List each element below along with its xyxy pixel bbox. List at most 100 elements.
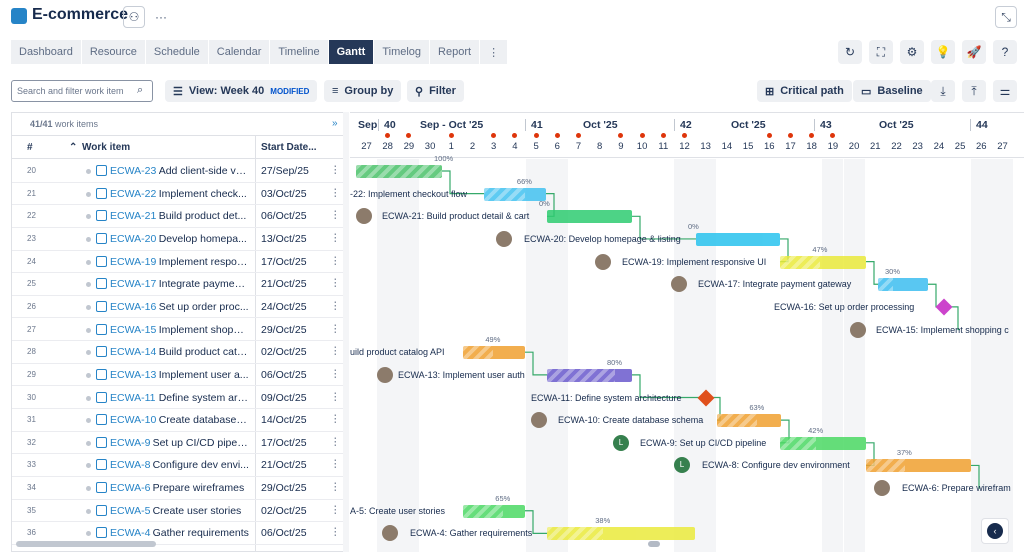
table-row[interactable]: 21 ECWA-22 Implement check... 03/Oct/25 ⋮	[12, 183, 346, 206]
row-more-icon[interactable]: ⋮	[330, 345, 341, 357]
start-date[interactable]: 02/Oct/25	[261, 346, 307, 358]
sort-icon[interactable]: ⌃	[69, 142, 77, 153]
task-bar[interactable]: 0%	[539, 199, 632, 224]
start-date[interactable]: 06/Oct/25	[261, 527, 307, 539]
table-row[interactable]: 33 ECWA-8 Configure dev envi... 21/Oct/25 ⋮	[12, 454, 346, 478]
row-more-icon[interactable]: ⋮	[330, 391, 341, 403]
row-more-icon[interactable]: ⋮	[330, 323, 341, 335]
work-item-name[interactable]: Create user stories	[153, 505, 249, 517]
settings-sliders-icon[interactable]: ⚌	[993, 80, 1017, 102]
group-by-button[interactable]: ≡ Group by	[324, 80, 402, 102]
table-row[interactable]: 28 ECWA-14 Build product cata... 02/Oct/25 ⋮	[12, 341, 346, 364]
row-more-icon[interactable]: ⋮	[330, 436, 341, 448]
work-item-key[interactable]: ECWA-23	[110, 165, 156, 177]
people-icon[interactable]: ⚇	[123, 6, 145, 28]
work-item-name[interactable]: Add client-side va...	[159, 165, 249, 177]
start-date[interactable]: 17/Oct/25	[261, 256, 307, 268]
download-icon[interactable]: ⤓	[931, 80, 955, 102]
collapse-icon[interactable]: ⤡	[995, 6, 1017, 28]
work-item-key[interactable]: ECWA-8	[110, 459, 150, 471]
work-item-name[interactable]: Prepare wireframes	[153, 482, 249, 494]
row-more-icon[interactable]: ⋮	[330, 277, 341, 289]
filter-button[interactable]: ⚲ Filter	[407, 80, 464, 102]
work-item-key[interactable]: ECWA-11	[110, 392, 156, 404]
row-more-icon[interactable]: ⋮	[330, 526, 341, 538]
table-row[interactable]: 24 ECWA-19 Implement respon... 17/Oct/25 ⋮	[12, 251, 346, 274]
table-row[interactable]: 22 ECWA-21 Build product det... 06/Oct/25 ⋮	[12, 205, 346, 228]
start-date[interactable]: 21/Oct/25	[261, 459, 307, 471]
start-date[interactable]: 27/Sep/25	[261, 165, 309, 177]
baseline-button[interactable]: ▭ Baseline	[853, 80, 931, 102]
task-bar[interactable]: 63%	[717, 403, 781, 428]
tab-report[interactable]: Report	[430, 40, 481, 64]
tab-gantt[interactable]: Gantt	[328, 40, 375, 64]
lightbulb-icon[interactable]: 💡	[931, 40, 955, 64]
start-date[interactable]: 29/Oct/25	[261, 324, 307, 336]
work-item-name[interactable]: Create database s...	[159, 414, 249, 426]
start-date[interactable]: 17/Oct/25	[261, 437, 307, 449]
work-item-name[interactable]: Configure dev envi...	[153, 459, 249, 471]
row-more-icon[interactable]: ⋮	[330, 164, 341, 176]
table-row[interactable]: 26 ECWA-16 Set up order proc... 24/Oct/25 ⋮	[12, 296, 346, 319]
work-item-name[interactable]: Implement respon...	[159, 256, 249, 268]
row-more-icon[interactable]: ⋮	[330, 481, 341, 493]
task-bar[interactable]: 37%	[866, 448, 971, 473]
row-more-icon[interactable]: ⋮	[330, 368, 341, 380]
work-item-name[interactable]: Build product cata...	[159, 346, 249, 358]
start-date[interactable]: 02/Oct/25	[261, 505, 307, 517]
more-icon[interactable]: ···	[150, 6, 172, 28]
tabs-more-icon[interactable]: ⋮	[480, 40, 509, 64]
work-item-name[interactable]: Build product det...	[159, 210, 249, 222]
work-item-key[interactable]: ECWA-13	[110, 369, 156, 381]
work-item-key[interactable]: ECWA-22	[110, 188, 156, 200]
work-item-name[interactable]: Integrate payment...	[159, 278, 249, 290]
work-item-key[interactable]: ECWA-20	[110, 233, 156, 245]
upload-icon[interactable]: ⤒	[962, 80, 986, 102]
task-bar[interactable]: 80%	[547, 358, 632, 382]
table-row[interactable]: 23 ECWA-20 Develop homepa... 13/Oct/25 ⋮	[12, 228, 346, 251]
work-item-name[interactable]: Implement user a...	[159, 369, 249, 381]
task-bar[interactable]: 49%	[463, 335, 525, 360]
work-item-key[interactable]: ECWA-19	[110, 256, 156, 268]
refresh-icon[interactable]: ↻	[838, 40, 862, 64]
tab-timeline[interactable]: Timeline	[270, 40, 329, 64]
work-item-key[interactable]: ECWA-14	[110, 346, 156, 358]
tab-dashboard[interactable]: Dashboard	[11, 40, 82, 64]
start-date[interactable]: 06/Oct/25	[261, 369, 307, 381]
start-date[interactable]: 06/Oct/25	[261, 210, 307, 222]
work-item-key[interactable]: ECWA-9	[110, 437, 150, 449]
rocket-icon[interactable]: 🚀	[962, 40, 986, 64]
task-bar[interactable]: 100%	[356, 154, 453, 178]
row-more-icon[interactable]: ⋮	[330, 209, 341, 221]
table-row[interactable]: 35 ECWA-5 Create user stories 02/Oct/25 ⋮	[12, 500, 346, 523]
start-date[interactable]: 13/Oct/25	[261, 233, 307, 245]
work-item-key[interactable]: ECWA-21	[110, 210, 156, 222]
table-row[interactable]: 34 ECWA-6 Prepare wireframes 29/Oct/25 ⋮	[12, 477, 346, 500]
start-date[interactable]: 03/Oct/25	[261, 188, 307, 200]
work-item-key[interactable]: ECWA-6	[110, 482, 150, 494]
search-input[interactable]: Search and filter work item	[11, 80, 153, 102]
task-bar[interactable]: 0%	[688, 222, 780, 246]
work-item-name[interactable]: Develop homepa...	[159, 233, 249, 245]
critical-path-button[interactable]: ⊞ Critical path	[757, 80, 852, 102]
task-bar[interactable]: 66%	[484, 177, 546, 201]
row-more-icon[interactable]: ⋮	[330, 504, 341, 516]
work-item-key[interactable]: ECWA-5	[110, 505, 150, 517]
row-more-icon[interactable]: ⋮	[330, 413, 341, 425]
row-more-icon[interactable]: ⋮	[330, 458, 341, 470]
work-item-name[interactable]: Set up CI/CD pipeli...	[153, 437, 249, 449]
task-bar[interactable]: 30%	[878, 267, 928, 292]
work-item-key[interactable]: ECWA-17	[110, 278, 156, 290]
work-item-name[interactable]: Set up order proc...	[159, 301, 249, 313]
table-row[interactable]: 20 ECWA-23 Add client-side va... 27/Sep/25 ⋮	[12, 160, 346, 183]
col-work-item[interactable]: Work item	[82, 142, 130, 153]
work-item-key[interactable]: ECWA-4	[110, 527, 150, 539]
fullscreen-icon[interactable]: ⛶	[869, 40, 893, 64]
tab-resource[interactable]: Resource	[81, 40, 146, 64]
work-item-name[interactable]: Implement shoppi...	[159, 324, 249, 336]
start-date[interactable]: 24/Oct/25	[261, 301, 307, 313]
tab-schedule[interactable]: Schedule	[145, 40, 209, 64]
task-bar[interactable]: 47%	[780, 245, 866, 269]
help-icon[interactable]: ?	[993, 40, 1017, 64]
task-bar[interactable]: 38%	[547, 516, 695, 541]
